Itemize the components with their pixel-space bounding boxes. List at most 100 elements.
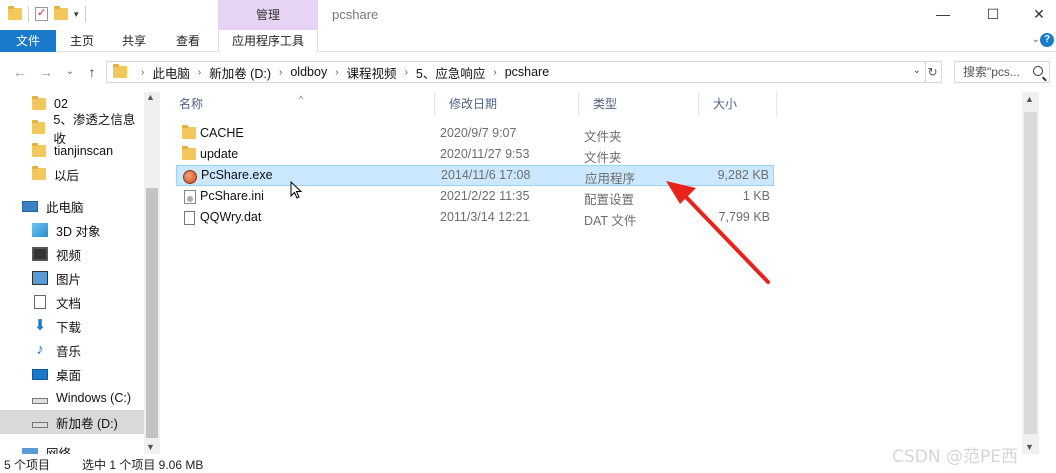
- breadcrumb-emergency-response[interactable]: 5、应急响应: [416, 63, 485, 82]
- folder-icon: [32, 96, 46, 110]
- folder-icon: [32, 120, 46, 134]
- sidebar-item-label: 桌面: [56, 368, 82, 383]
- help-icon[interactable]: ?: [1040, 33, 1054, 47]
- sidebar-item-pictures[interactable]: 图片: [0, 266, 144, 290]
- file-date: 2020/11/27 9:53: [440, 147, 530, 161]
- file-size: 7,799 KB: [718, 210, 770, 224]
- file-name: QQWry.dat: [200, 210, 262, 224]
- title-bar: ▾ 管理 pcshare — ☐ ✕: [0, 0, 1056, 30]
- table-row-selected[interactable]: PcShare.exe 2014/11/6 17:08 应用程序 9,282 K…: [176, 165, 774, 186]
- expand-ribbon-icon[interactable]: ⌄: [1032, 34, 1040, 45]
- tab-application-tools[interactable]: 应用程序工具: [218, 30, 318, 52]
- column-header-size[interactable]: 大小: [699, 92, 777, 116]
- toolbar-divider: [28, 6, 29, 22]
- ribbon-tabs: 文件 主页 共享 查看 应用程序工具 ⌄ ?: [0, 30, 1056, 52]
- search-icon[interactable]: [1033, 66, 1043, 76]
- folder-icon[interactable]: [8, 6, 22, 20]
- sidebar-item-drive-d[interactable]: 新加卷 (D:): [0, 410, 144, 434]
- sidebar-item-downloads[interactable]: ⬇ 下载: [0, 314, 144, 338]
- breadcrumb-pcshare[interactable]: pcshare: [505, 65, 549, 79]
- table-row[interactable]: update 2020/11/27 9:53 文件夹: [176, 144, 774, 165]
- tab-share[interactable]: 共享: [114, 30, 154, 52]
- scroll-up-icon[interactable]: ▲: [146, 92, 155, 102]
- sidebar-item-label: 此电脑: [46, 200, 84, 215]
- scroll-down-icon[interactable]: ▼: [1025, 442, 1034, 452]
- sidebar-item-music[interactable]: ♪ 音乐: [0, 338, 144, 362]
- column-header-date[interactable]: 修改日期: [435, 92, 579, 116]
- chevron-down-icon[interactable]: ⌄: [913, 65, 921, 76]
- file-type: 文件夹: [584, 130, 622, 144]
- customize-toolbar-icon[interactable]: ▾: [74, 9, 79, 20]
- manage-tab[interactable]: 管理: [218, 0, 318, 30]
- column-header-name[interactable]: 名称 ^: [165, 92, 435, 116]
- video-icon: [32, 247, 48, 261]
- file-type: 文件夹: [584, 151, 622, 165]
- column-label: 名称: [179, 97, 204, 111]
- tab-view[interactable]: 查看: [168, 30, 208, 52]
- chevron-right-icon[interactable]: ›: [198, 67, 201, 78]
- windows-drive-icon: [32, 398, 48, 404]
- sidebar-item-label: 以后: [54, 168, 80, 183]
- chevron-right-icon[interactable]: ›: [493, 67, 496, 78]
- chevron-right-icon[interactable]: ›: [335, 67, 338, 78]
- file-name: update: [200, 147, 239, 161]
- breadcrumb-oldboy[interactable]: oldboy: [290, 65, 327, 79]
- sidebar-item-later[interactable]: 以后: [0, 162, 144, 186]
- sidebar-item-this-pc[interactable]: 此电脑: [0, 194, 144, 218]
- file-size: 1 KB: [742, 189, 770, 203]
- maximize-button[interactable]: ☐: [970, 0, 1016, 30]
- forward-button[interactable]: →: [36, 62, 56, 82]
- desktop-icon: [32, 368, 48, 380]
- scrollbar-thumb[interactable]: [146, 188, 158, 438]
- table-row[interactable]: CACHE 2020/9/7 9:07 文件夹: [176, 123, 774, 144]
- search-input[interactable]: 搜索"pcs...: [954, 61, 1050, 83]
- breadcrumb-drive-d[interactable]: 新加卷 (D:): [209, 63, 271, 82]
- settings-file-icon: [184, 190, 196, 204]
- chevron-right-icon[interactable]: ›: [279, 67, 282, 78]
- sidebar-item-label: 3D 对象: [56, 224, 101, 239]
- watermark: CSDN @范PE西: [892, 447, 1018, 467]
- scroll-down-icon[interactable]: ▼: [146, 442, 155, 452]
- sidebar-item-videos[interactable]: 视频: [0, 242, 144, 266]
- chevron-right-icon[interactable]: ›: [141, 67, 144, 78]
- table-row[interactable]: PcShare.ini 2021/2/22 11:35 配置设置 1 KB: [176, 186, 774, 207]
- tab-home[interactable]: 主页: [62, 30, 102, 52]
- refresh-button[interactable]: ↻: [924, 61, 942, 83]
- breadcrumb-this-pc[interactable]: 此电脑: [152, 63, 190, 82]
- sidebar-item-label: 新加卷 (D:): [56, 416, 118, 431]
- sidebar-item-label: 网络: [46, 446, 72, 455]
- scrollbar-thumb[interactable]: [1024, 112, 1037, 434]
- sidebar-item-documents[interactable]: 文档: [0, 290, 144, 314]
- close-button[interactable]: ✕: [1016, 0, 1056, 30]
- tab-file[interactable]: 文件: [0, 30, 56, 52]
- back-button[interactable]: ←: [10, 62, 30, 82]
- breadcrumb-course-video[interactable]: 课程视频: [347, 63, 397, 82]
- file-type: DAT 文件: [584, 214, 637, 228]
- recent-locations-button[interactable]: ⌄: [60, 62, 80, 82]
- file-list: 名称 ^ 修改日期 类型 大小 CACHE 2020/9/7 9:07 文件夹 …: [165, 92, 1039, 454]
- folder-icon: [32, 143, 46, 157]
- file-date: 2014/11/6 17:08: [441, 168, 531, 182]
- sidebar-item-desktop[interactable]: 桌面: [0, 362, 144, 386]
- file-type: 应用程序: [585, 172, 636, 186]
- address-bar[interactable]: › 此电脑 › 新加卷 (D:) › oldboy › 课程视频 › 5、应急响…: [106, 61, 926, 83]
- minimize-button[interactable]: —: [920, 0, 966, 30]
- file-list-scrollbar[interactable]: ▲ ▼: [1022, 92, 1039, 454]
- drive-icon: [32, 422, 48, 428]
- sidebar-item-3d-objects[interactable]: 3D 对象: [0, 218, 144, 242]
- sidebar-scrollbar[interactable]: ▲ ▼: [144, 92, 160, 454]
- sidebar-item-info-gathering[interactable]: 5、渗透之信息收: [0, 113, 144, 146]
- scroll-up-icon[interactable]: ▲: [1025, 94, 1034, 104]
- application-icon: [183, 170, 197, 184]
- sidebar-item-tianjinscan[interactable]: tianjinscan: [0, 139, 144, 163]
- column-header-type[interactable]: 类型: [579, 92, 699, 116]
- download-icon: ⬇: [33, 317, 47, 334]
- properties-icon[interactable]: [35, 6, 48, 21]
- sidebar-item-drive-c[interactable]: Windows (C:): [0, 386, 144, 410]
- quick-access-toolbar: ▾: [8, 6, 86, 22]
- chevron-right-icon[interactable]: ›: [405, 67, 408, 78]
- up-button[interactable]: ↑: [82, 62, 102, 82]
- table-row[interactable]: QQWry.dat 2011/3/14 12:21 DAT 文件 7,799 K…: [176, 207, 774, 228]
- sidebar-item-network[interactable]: 网络: [0, 440, 144, 454]
- new-folder-icon[interactable]: [54, 6, 68, 20]
